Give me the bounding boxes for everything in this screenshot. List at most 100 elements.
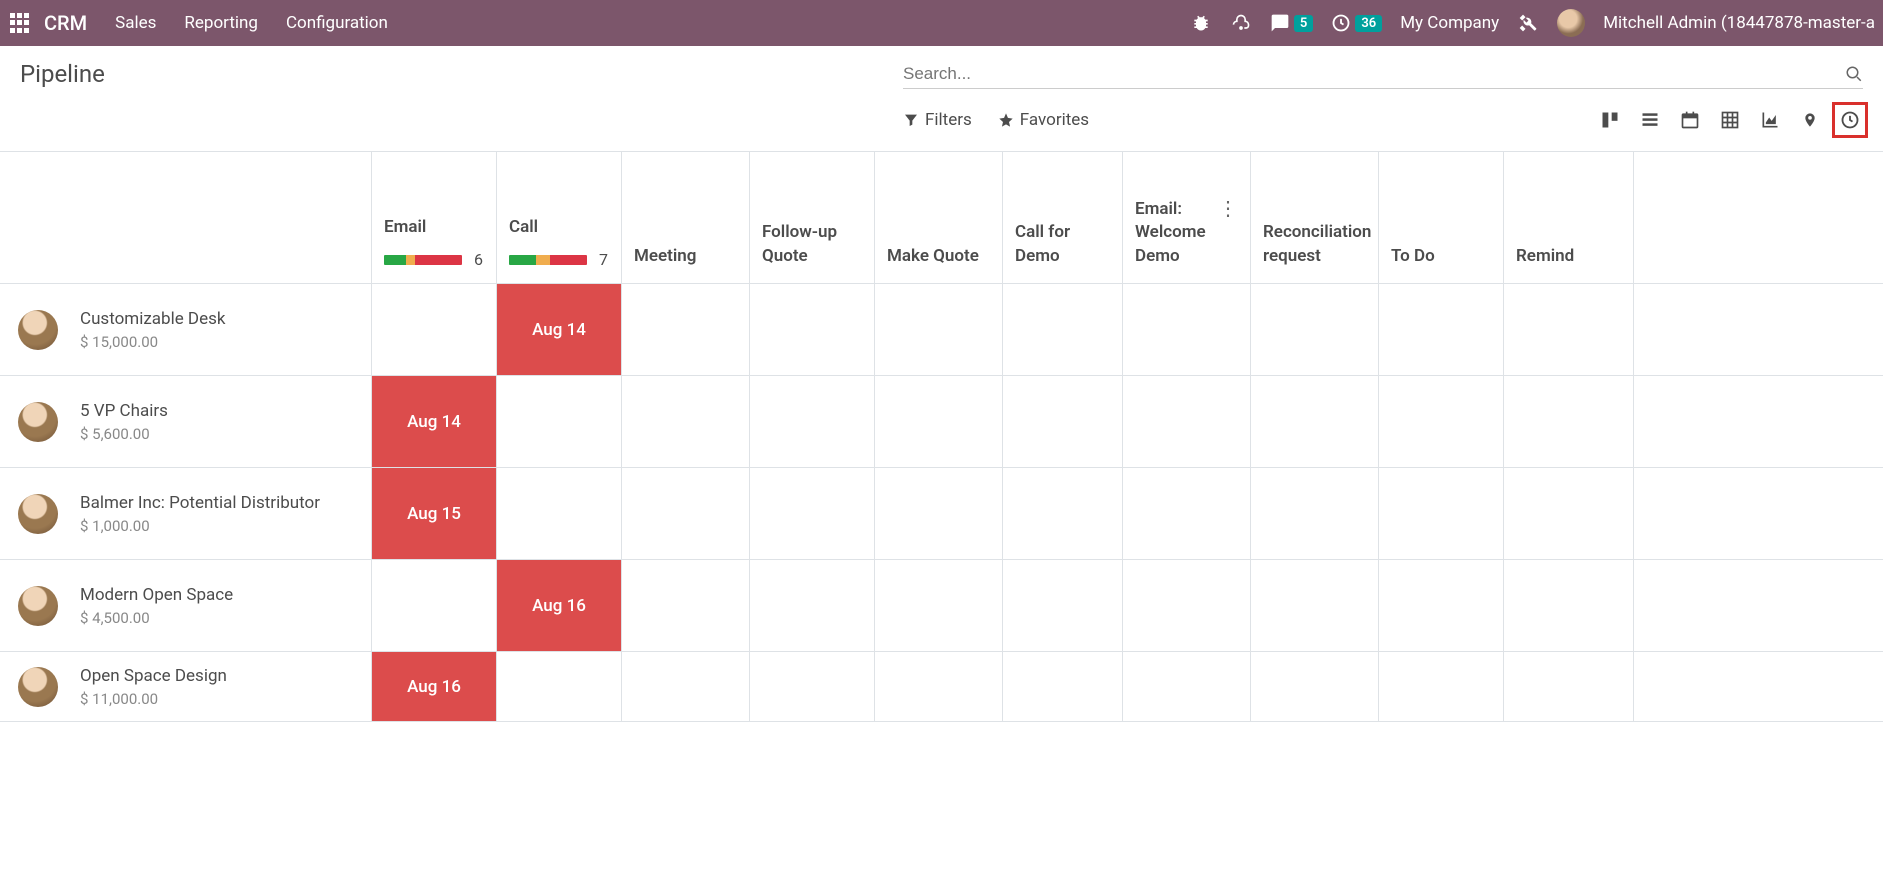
activity-cell[interactable] [875, 284, 1003, 375]
lead-amount: $ 1,000.00 [80, 517, 320, 535]
activity-cell[interactable] [1504, 560, 1634, 651]
view-graph-icon[interactable] [1757, 107, 1783, 133]
activity-cell[interactable] [1504, 376, 1634, 467]
activity-cell[interactable] [1379, 284, 1504, 375]
support-icon[interactable] [1230, 12, 1252, 34]
app-brand[interactable]: CRM [44, 11, 87, 35]
activity-cell[interactable] [1123, 468, 1251, 559]
activity-cell[interactable] [1003, 468, 1123, 559]
activity-cell[interactable] [750, 284, 875, 375]
activity-cell[interactable] [372, 284, 497, 375]
activity-cell[interactable] [622, 652, 750, 721]
activity-cell[interactable] [1003, 376, 1123, 467]
activity-cell[interactable] [1003, 652, 1123, 721]
view-activity-icon[interactable] [1837, 107, 1863, 133]
activity-cell[interactable] [1123, 652, 1251, 721]
activity-cell[interactable] [1504, 284, 1634, 375]
activity-cell[interactable] [1251, 468, 1379, 559]
row-label[interactable]: Modern Open Space$ 4,500.00 [0, 560, 372, 651]
lead-amount: $ 11,000.00 [80, 690, 227, 708]
activity-cell[interactable] [1379, 468, 1504, 559]
view-pivot-icon[interactable] [1717, 107, 1743, 133]
column-header[interactable]: To Do [1379, 152, 1504, 283]
column-header[interactable]: Call for Demo [1003, 152, 1123, 283]
nav-sales[interactable]: Sales [115, 13, 156, 33]
activity-cell[interactable]: Aug 15 [372, 468, 497, 559]
nav-configuration[interactable]: Configuration [286, 13, 388, 33]
activity-cell[interactable] [497, 468, 622, 559]
activity-cell[interactable] [750, 560, 875, 651]
search-input[interactable] [903, 64, 1837, 84]
column-header[interactable]: Email6 [372, 152, 497, 283]
activity-cell[interactable] [875, 468, 1003, 559]
activity-cell[interactable] [1504, 468, 1634, 559]
activity-cell[interactable] [1123, 376, 1251, 467]
activity-cell[interactable] [750, 652, 875, 721]
activity-cell[interactable] [622, 468, 750, 559]
nav-reporting[interactable]: Reporting [184, 13, 258, 33]
activity-cell[interactable] [750, 468, 875, 559]
activity-cell[interactable] [1123, 284, 1251, 375]
filters-button[interactable]: Filters [903, 110, 972, 130]
column-header[interactable]: Follow-up Quote [750, 152, 875, 283]
activity-cell[interactable] [622, 284, 750, 375]
activity-cell[interactable]: Aug 14 [372, 376, 497, 467]
clock-badge[interactable]: 36 [1331, 13, 1382, 33]
row-label[interactable]: 5 VP Chairs$ 5,600.00 [0, 376, 372, 467]
activity-cell[interactable] [1123, 560, 1251, 651]
activity-cell[interactable] [1379, 560, 1504, 651]
column-header[interactable]: Email: Welcome Demo⋮ [1123, 152, 1251, 283]
activity-cell[interactable]: Aug 14 [497, 284, 622, 375]
row-label[interactable]: Customizable Desk$ 15,000.00 [0, 284, 372, 375]
tools-icon[interactable] [1517, 12, 1539, 34]
search-icon[interactable] [1845, 65, 1863, 83]
activity-cell[interactable] [875, 560, 1003, 651]
view-kanban-icon[interactable] [1597, 107, 1623, 133]
activity-cell[interactable]: Aug 16 [372, 652, 497, 721]
lead-name: Open Space Design [80, 666, 227, 686]
activity-cell[interactable] [1504, 652, 1634, 721]
activity-cell[interactable] [875, 376, 1003, 467]
activity-cell[interactable] [1251, 652, 1379, 721]
activity-cell[interactable] [1379, 652, 1504, 721]
grid-row: 5 VP Chairs$ 5,600.00Aug 14 [0, 376, 1883, 468]
lead-amount: $ 4,500.00 [80, 609, 233, 627]
activity-cell[interactable] [497, 652, 622, 721]
column-header[interactable]: Call7 [497, 152, 622, 283]
activity-cell[interactable] [1379, 376, 1504, 467]
activity-cell[interactable] [750, 376, 875, 467]
column-header[interactable]: Meeting [622, 152, 750, 283]
activity-cell[interactable] [622, 560, 750, 651]
user-menu[interactable]: Mitchell Admin (18447878-master-a [1603, 13, 1875, 33]
user-avatar-icon[interactable] [1557, 9, 1585, 37]
clock-count: 36 [1355, 15, 1382, 32]
activity-cell[interactable] [372, 560, 497, 651]
column-title: Remind [1516, 245, 1621, 269]
row-label[interactable]: Open Space Design $ 11,000.00 [0, 652, 372, 721]
column-header[interactable]: Remind [1504, 152, 1634, 283]
activity-cell[interactable]: Aug 16 [497, 560, 622, 651]
kebab-icon[interactable]: ⋮ [1218, 198, 1238, 218]
view-list-icon[interactable] [1637, 107, 1663, 133]
bug-icon[interactable] [1190, 12, 1212, 34]
activity-cell[interactable] [1003, 284, 1123, 375]
lead-amount: $ 15,000.00 [80, 333, 226, 351]
activity-cell[interactable] [875, 652, 1003, 721]
company-selector[interactable]: My Company [1400, 13, 1499, 33]
activity-cell[interactable] [497, 376, 622, 467]
activity-cell[interactable] [1251, 284, 1379, 375]
search-bar[interactable] [903, 60, 1863, 89]
column-header[interactable]: Make Quote [875, 152, 1003, 283]
activity-cell[interactable] [1251, 376, 1379, 467]
favorites-button[interactable]: Favorites [998, 110, 1089, 130]
activity-cell[interactable] [622, 376, 750, 467]
column-header[interactable]: Reconciliation request [1251, 152, 1379, 283]
row-label[interactable]: Balmer Inc: Potential Distributor$ 1,000… [0, 468, 372, 559]
chat-badge[interactable]: 5 [1270, 13, 1313, 33]
activity-cell[interactable] [1003, 560, 1123, 651]
avatar-icon [18, 667, 58, 707]
view-map-icon[interactable] [1797, 107, 1823, 133]
apps-icon[interactable] [8, 11, 32, 35]
activity-cell[interactable] [1251, 560, 1379, 651]
view-calendar-icon[interactable] [1677, 107, 1703, 133]
